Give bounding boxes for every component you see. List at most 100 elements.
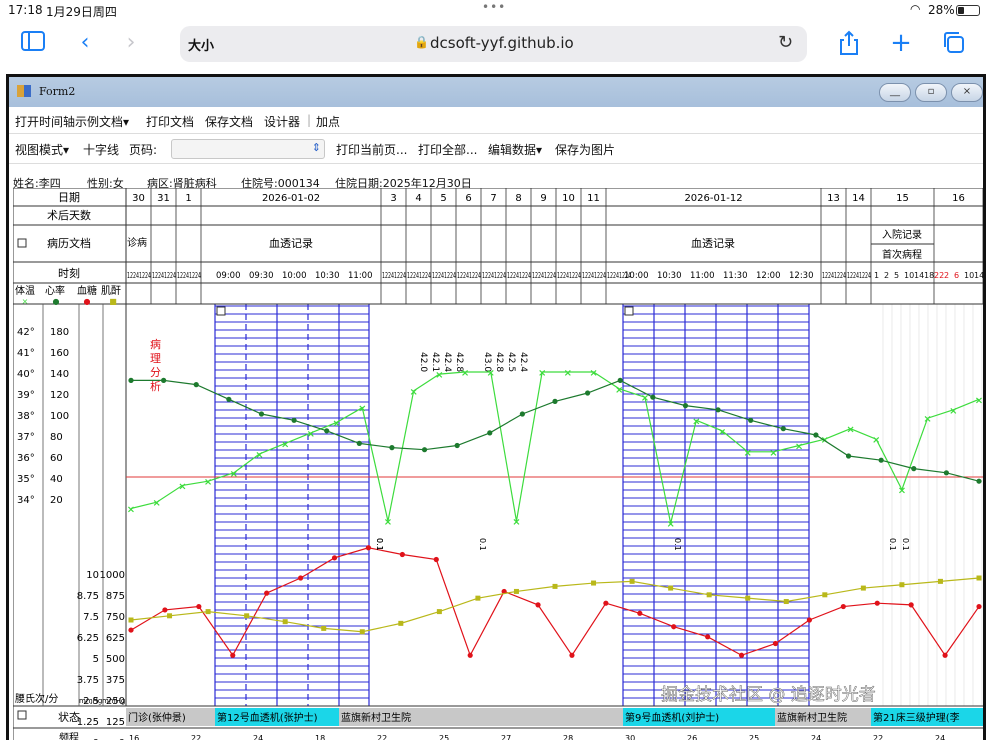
pulse-tick: 160	[50, 348, 69, 359]
date-cell: 10	[562, 193, 575, 204]
time-tick: 12241224	[482, 271, 506, 280]
vertical-annotation: 42.8	[494, 352, 504, 372]
sugar-series-point	[433, 556, 439, 563]
maximize-button[interactable]: ▫	[915, 83, 947, 102]
creat-series-point	[937, 578, 943, 584]
save-document-button[interactable]: 保存文档	[205, 113, 253, 130]
crosshair-button[interactable]: 十字线	[83, 141, 119, 158]
battery-percent: 28%	[928, 3, 955, 17]
minimize-button[interactable]: __	[879, 83, 911, 102]
low-annotation: 0.1	[375, 538, 384, 551]
time-tick: 09:00	[216, 271, 241, 281]
sugar-series-point	[569, 652, 575, 658]
print-current-page-button[interactable]: 打印当前页...	[336, 141, 407, 158]
pulse-series-point	[780, 426, 786, 432]
date-cell: 2026-01-12	[684, 193, 742, 204]
pathology-note: 分	[150, 366, 161, 379]
sugar-tick: 6.25	[77, 633, 99, 644]
pulse-series-point	[976, 478, 982, 484]
pulse-series-point	[128, 377, 134, 383]
pathology-note: 理	[150, 352, 161, 365]
tabs-icon[interactable]	[940, 30, 966, 56]
print-all-button[interactable]: 打印全部...	[418, 141, 477, 158]
wifi-icon: ◠	[910, 2, 921, 16]
sugar-series-point	[535, 602, 541, 608]
temp-series-point: ×	[281, 439, 289, 450]
sugar-series-point	[976, 603, 982, 610]
temp-series-point: ×	[461, 368, 469, 379]
designer-button[interactable]: 设计器	[264, 113, 300, 130]
pulse-series-point	[356, 440, 362, 446]
sugar-tick: 5	[93, 654, 99, 665]
time-tick: 6	[954, 271, 959, 280]
save-as-image-button[interactable]: 保存为图片	[555, 141, 615, 158]
temp-series-point: ×	[332, 418, 340, 429]
bottom-number: 24	[811, 734, 821, 740]
date-cell: 9	[540, 193, 546, 204]
pulse-series-point	[454, 442, 460, 449]
temp-series-point: ×	[949, 406, 957, 417]
temp-tick: 37°	[17, 432, 35, 443]
time-tick: 12241224	[127, 271, 151, 280]
time-tick: 10	[904, 271, 914, 280]
date-cell: 30	[132, 193, 145, 204]
multitask-dots[interactable]: •••	[482, 0, 506, 14]
creat-tick: 625	[106, 633, 125, 644]
legend-creat-marker: ■	[109, 297, 117, 306]
temp-series-point: ×	[744, 448, 752, 459]
creat-series-point	[860, 585, 866, 591]
temp-series-point: ×	[127, 505, 135, 516]
bottom-number: 28	[563, 734, 573, 740]
reload-icon[interactable]: ↻	[778, 32, 793, 53]
temperature-chart[interactable]: 30 31 1 2026-01-02 3 4 5 6 7 8 9 10 11 2026-01-12 13 14…	[13, 188, 983, 740]
view-mode-menu[interactable]: 视图模式▾	[15, 141, 69, 158]
close-button[interactable]: ×	[951, 83, 983, 102]
creat-series-point	[244, 613, 250, 619]
time-tick: 11:00	[690, 271, 715, 281]
url-text[interactable]: dcsoft-yyf.github.io	[430, 34, 574, 52]
creat-tick: 125	[106, 717, 125, 728]
page-select[interactable]: ⇕	[171, 139, 325, 159]
address-bar[interactable]: 大小 🔒 dcsoft-yyf.github.io ↻	[180, 26, 807, 62]
share-icon[interactable]	[836, 30, 862, 56]
sidebar-icon[interactable]	[20, 30, 46, 56]
print-document-button[interactable]: 打印文档	[146, 113, 194, 130]
legend-sugar-marker: ●	[84, 297, 91, 306]
edit-data-menu[interactable]: 编辑数据▾	[488, 141, 542, 158]
pulse-tick: 100	[50, 411, 69, 422]
add-point-button[interactable]: 加点	[316, 113, 340, 130]
creat-series-point	[398, 620, 404, 626]
bottom-number: 27	[501, 734, 511, 740]
time-tick: 12241224	[557, 271, 581, 280]
text-size-button[interactable]: 大小	[188, 35, 214, 54]
date-cell: 1	[185, 193, 191, 204]
temp-series-point: ×	[358, 404, 366, 415]
creat-series-point	[282, 619, 288, 625]
sugar-series-point	[637, 610, 643, 616]
forward-icon[interactable]: ›	[118, 30, 144, 56]
sugar-series-point	[840, 603, 846, 610]
temp-series-point: ×	[589, 368, 597, 379]
new-tab-icon[interactable]: +	[888, 30, 914, 56]
status-text: 蓝旗新村卫生院	[341, 711, 411, 724]
creat-series-point	[128, 617, 134, 623]
battery-icon	[956, 5, 980, 16]
time-tick: 12:00	[756, 271, 781, 281]
open-timeline-example-menu[interactable]: 打开时间轴示例文档▾	[15, 113, 129, 130]
creat-tick: 875	[106, 591, 125, 602]
collapse-box	[216, 306, 226, 316]
status-text: 第12号血透机(张护士)	[217, 711, 318, 724]
temp-series-point: ×	[666, 519, 674, 530]
time-tick: 12241224	[382, 271, 406, 280]
sugar-tick: 1.25	[77, 717, 99, 728]
date-cell: 14	[852, 193, 865, 204]
creat-series-point	[899, 582, 905, 588]
sugar-series-point	[298, 575, 304, 581]
back-icon[interactable]: ‹	[72, 30, 98, 56]
sugar-series-point	[467, 652, 473, 658]
creat-tick: 375	[106, 675, 125, 686]
bottom-number: 24	[253, 734, 263, 740]
status-date: 1月29日周四	[46, 5, 117, 19]
low-annotation: 0.1	[478, 538, 487, 551]
sugar-series-point	[942, 652, 948, 658]
